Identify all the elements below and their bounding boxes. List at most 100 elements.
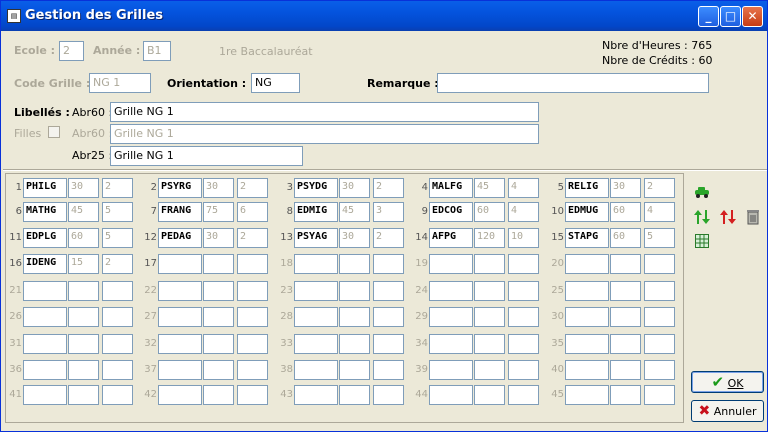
slot-code-field[interactable] xyxy=(565,385,609,405)
slot-hours-field[interactable] xyxy=(339,281,370,301)
slot-credits-field[interactable] xyxy=(102,307,133,327)
slot-hours-field[interactable] xyxy=(339,360,370,380)
slot-code-field[interactable]: PEDAG xyxy=(158,228,202,248)
slot-hours-field[interactable] xyxy=(68,360,99,380)
abr60-filles-field[interactable]: Grille NG 1 xyxy=(110,124,539,144)
slot-credits-field[interactable] xyxy=(237,334,268,354)
slot-code-field[interactable] xyxy=(429,307,473,327)
slot-credits-field[interactable]: 2 xyxy=(102,178,133,198)
slot-credits-field[interactable]: 2 xyxy=(373,228,404,248)
slot-hours-field[interactable] xyxy=(339,254,370,274)
slot-credits-field[interactable] xyxy=(508,254,539,274)
slot-code-field[interactable] xyxy=(565,307,609,327)
slot-hours-field[interactable] xyxy=(610,307,641,327)
slot-credits-field[interactable]: 2 xyxy=(102,254,133,274)
slot-credits-field[interactable]: 2 xyxy=(237,228,268,248)
slot-code-field[interactable] xyxy=(429,281,473,301)
slot-hours-field[interactable] xyxy=(203,307,234,327)
slot-code-field[interactable]: PSYRG xyxy=(158,178,202,198)
slot-credits-field[interactable] xyxy=(373,385,404,405)
slot-credits-field[interactable] xyxy=(508,307,539,327)
slot-code-field[interactable]: PHILG xyxy=(23,178,67,198)
slot-code-field[interactable] xyxy=(23,281,67,301)
slot-credits-field[interactable]: 3 xyxy=(373,202,404,222)
slot-code-field[interactable]: PSYDG xyxy=(294,178,338,198)
slot-credits-field[interactable] xyxy=(644,385,675,405)
remarque-field[interactable] xyxy=(437,73,709,93)
slot-credits-field[interactable] xyxy=(102,360,133,380)
slot-code-field[interactable] xyxy=(23,360,67,380)
slot-code-field[interactable]: PSYAG xyxy=(294,228,338,248)
close-button[interactable]: ✕ xyxy=(742,6,763,27)
slot-credits-field[interactable]: 10 xyxy=(508,228,539,248)
minimize-button[interactable]: _ xyxy=(698,6,719,27)
slot-code-field[interactable] xyxy=(158,334,202,354)
slot-code-field[interactable] xyxy=(429,385,473,405)
maximize-button[interactable]: □ xyxy=(720,6,741,27)
slot-hours-field[interactable] xyxy=(474,281,505,301)
slot-credits-field[interactable] xyxy=(508,385,539,405)
slot-code-field[interactable]: EDCOG xyxy=(429,202,473,222)
slot-credits-field[interactable]: 2 xyxy=(237,178,268,198)
slot-code-field[interactable] xyxy=(565,281,609,301)
slot-hours-field[interactable] xyxy=(474,360,505,380)
slot-code-field[interactable]: STAPG xyxy=(565,228,609,248)
slot-code-field[interactable] xyxy=(294,307,338,327)
slot-hours-field[interactable] xyxy=(339,334,370,354)
slot-code-field[interactable]: EDPLG xyxy=(23,228,67,248)
slot-hours-field[interactable] xyxy=(474,307,505,327)
slot-code-field[interactable] xyxy=(294,360,338,380)
slot-credits-field[interactable] xyxy=(373,254,404,274)
slot-code-field[interactable] xyxy=(23,385,67,405)
abr25-field[interactable]: Grille NG 1 xyxy=(110,146,303,166)
slot-credits-field[interactable] xyxy=(373,360,404,380)
slot-code-field[interactable]: EDMUG xyxy=(565,202,609,222)
title-bar[interactable]: ▤ Gestion des Grilles _ □ ✕ xyxy=(1,1,767,31)
slot-code-field[interactable] xyxy=(294,334,338,354)
slot-credits-field[interactable] xyxy=(644,254,675,274)
slot-hours-field[interactable]: 30 xyxy=(339,178,370,198)
slot-hours-field[interactable]: 60 xyxy=(474,202,505,222)
slot-code-field[interactable] xyxy=(23,307,67,327)
slot-hours-field[interactable]: 30 xyxy=(203,178,234,198)
slot-credits-field[interactable]: 4 xyxy=(508,178,539,198)
car-icon[interactable] xyxy=(693,185,711,199)
slot-hours-field[interactable] xyxy=(610,254,641,274)
recycle-bin-icon[interactable] xyxy=(745,208,761,226)
annee-field[interactable]: B1 xyxy=(143,41,171,61)
orientation-field[interactable]: NG xyxy=(251,73,300,93)
slot-hours-field[interactable] xyxy=(203,334,234,354)
slot-code-field[interactable] xyxy=(158,281,202,301)
slot-code-field[interactable] xyxy=(158,360,202,380)
ok-button[interactable]: ✔ OK xyxy=(691,371,764,393)
slot-hours-field[interactable] xyxy=(474,254,505,274)
slot-hours-field[interactable]: 30 xyxy=(203,228,234,248)
slot-credits-field[interactable] xyxy=(102,281,133,301)
grid-table-icon[interactable] xyxy=(695,234,709,248)
slot-credits-field[interactable] xyxy=(102,334,133,354)
slot-credits-field[interactable] xyxy=(644,360,675,380)
slot-credits-field[interactable] xyxy=(373,307,404,327)
slot-hours-field[interactable] xyxy=(339,385,370,405)
slot-code-field[interactable]: FRANG xyxy=(158,202,202,222)
move-up-down-green-icon[interactable] xyxy=(693,208,711,226)
ecole-field[interactable]: 2 xyxy=(59,41,84,61)
slot-code-field[interactable] xyxy=(565,334,609,354)
slot-hours-field[interactable] xyxy=(474,334,505,354)
slot-hours-field[interactable] xyxy=(68,385,99,405)
slot-credits-field[interactable] xyxy=(644,307,675,327)
slot-hours-field[interactable]: 30 xyxy=(68,178,99,198)
slot-credits-field[interactable] xyxy=(508,360,539,380)
slot-credits-field[interactable] xyxy=(508,281,539,301)
slot-hours-field[interactable]: 15 xyxy=(68,254,99,274)
slot-hours-field[interactable] xyxy=(203,281,234,301)
slot-code-field[interactable] xyxy=(429,254,473,274)
slot-code-field[interactable] xyxy=(294,385,338,405)
filles-checkbox[interactable] xyxy=(48,126,60,138)
slot-credits-field[interactable]: 2 xyxy=(373,178,404,198)
slot-hours-field[interactable]: 60 xyxy=(610,202,641,222)
slot-credits-field[interactable] xyxy=(237,281,268,301)
slot-hours-field[interactable] xyxy=(68,307,99,327)
slot-hours-field[interactable] xyxy=(68,281,99,301)
cancel-button[interactable]: ✖ Annuler xyxy=(691,400,764,422)
